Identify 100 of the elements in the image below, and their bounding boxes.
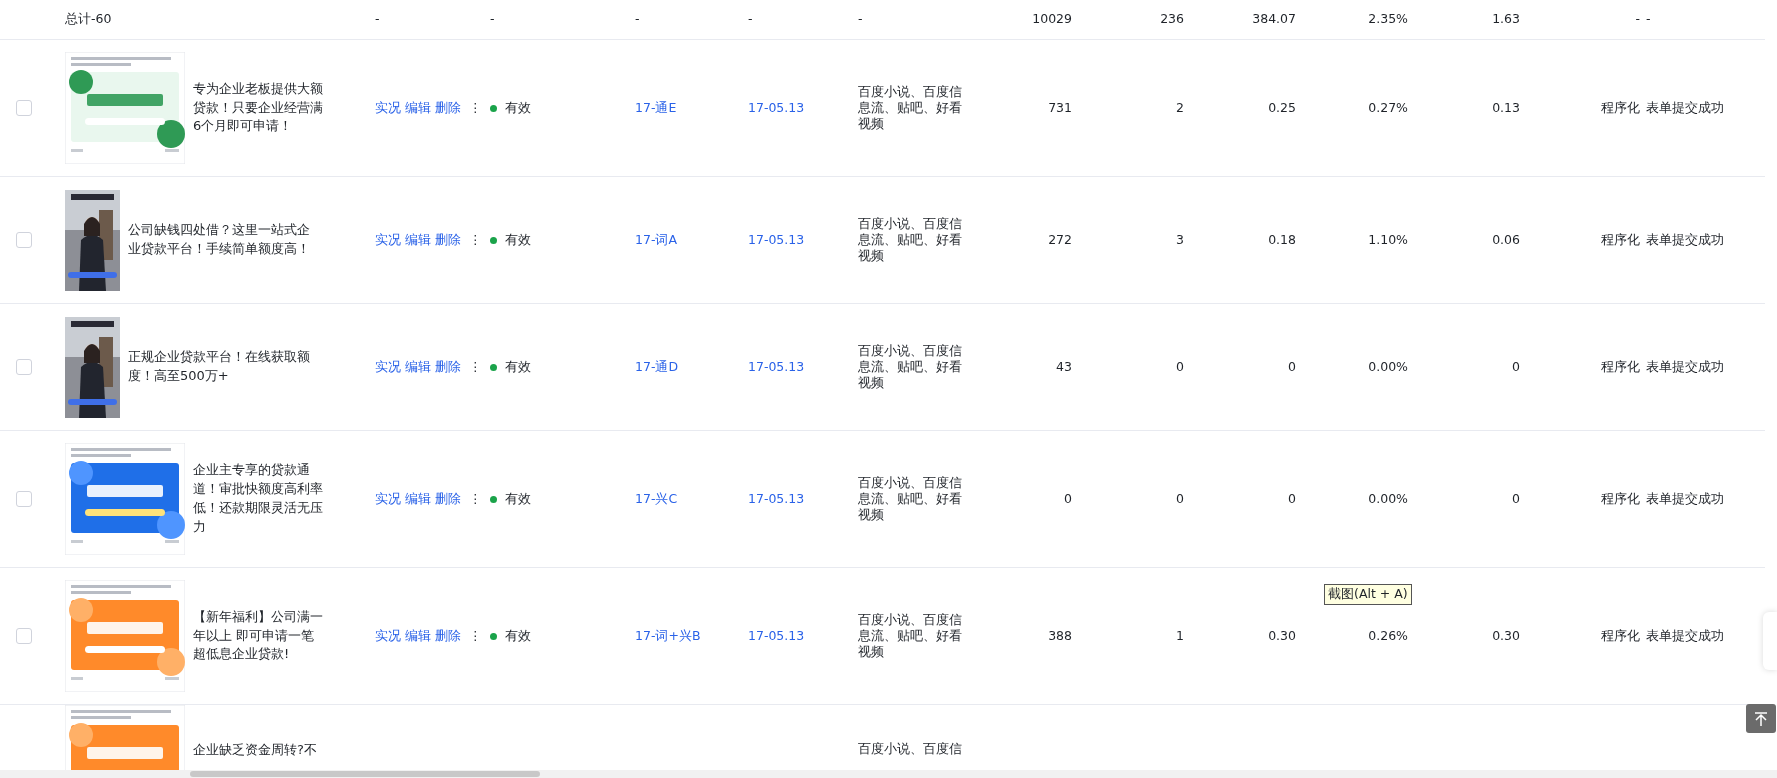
action-link[interactable]: 编辑 xyxy=(405,626,431,646)
row-checkbox[interactable] xyxy=(16,491,32,507)
table-cell: 384.07 xyxy=(1252,11,1296,27)
table-cell: 0 xyxy=(1512,358,1520,374)
unit-link[interactable]: 17-词A xyxy=(635,231,677,247)
tooltip: 截图(Alt + A) xyxy=(1324,584,1412,605)
action-link[interactable]: 编辑 xyxy=(405,98,431,118)
table-cell: 43 xyxy=(1056,358,1072,374)
channel-text: 百度小说、百度信 xyxy=(858,741,963,758)
table-cell: 388 xyxy=(1048,627,1072,643)
table-cell: 2.35% xyxy=(1368,11,1408,27)
status-text: 有效 xyxy=(505,357,531,376)
scrollbar-thumb[interactable] xyxy=(190,771,540,777)
ad-title: 【新年福利】公司满一年以上 即可申请一笔超低息企业贷款! xyxy=(193,607,324,664)
unit-link[interactable]: 17-通D xyxy=(635,358,679,374)
table-cell: 0.25 xyxy=(1268,99,1296,115)
action-link[interactable]: 编辑 xyxy=(405,230,431,250)
table-cell: 1 xyxy=(1176,627,1184,643)
row-checkbox[interactable] xyxy=(16,100,32,116)
table-cell: 731 xyxy=(1048,99,1072,115)
action-link[interactable]: 删除 xyxy=(435,489,461,509)
action-link[interactable]: 删除 xyxy=(435,626,461,646)
table-cell: 程序化 xyxy=(1601,99,1640,115)
table-cell: 0.18 xyxy=(1268,231,1296,247)
channel-text: 百度小说、百度信息流、贴吧、好看视频 xyxy=(858,83,963,133)
table-cell: 表单提交成功 xyxy=(1646,627,1724,643)
back-to-top-button[interactable] xyxy=(1746,704,1776,733)
table-cell: 0.00% xyxy=(1368,490,1408,506)
table-cell: 0.30 xyxy=(1268,627,1296,643)
more-button[interactable]: ⋮ xyxy=(469,357,482,377)
table-cell: - xyxy=(748,11,753,27)
table-cell: 0 xyxy=(1176,358,1184,374)
date-link[interactable]: 17-05.13 xyxy=(748,490,805,506)
table-cell: 表单提交成功 xyxy=(1646,231,1724,247)
table-cell: 表单提交成功 xyxy=(1646,490,1724,506)
table-cell: 2 xyxy=(1176,99,1184,115)
action-link[interactable]: 实况 xyxy=(375,98,401,118)
table-cell: 0.27% xyxy=(1368,99,1408,115)
action-link[interactable]: 编辑 xyxy=(405,489,431,509)
table-cell: 1.63 xyxy=(1492,11,1520,27)
table-cell: 0 xyxy=(1176,490,1184,506)
table-cell: 1.10% xyxy=(1368,231,1408,247)
table-cell: - xyxy=(490,11,495,27)
date-link[interactable]: 17-05.13 xyxy=(748,358,805,374)
table-cell: 0 xyxy=(1288,490,1296,506)
action-link[interactable]: 删除 xyxy=(435,98,461,118)
table-cell: 0.26% xyxy=(1368,627,1408,643)
status-text: 有效 xyxy=(505,98,531,117)
unit-link[interactable]: 17-词+兴B xyxy=(635,627,701,643)
status-text: 有效 xyxy=(505,489,531,508)
table-cell: 程序化 xyxy=(1601,490,1640,506)
total-label: 总计-60 xyxy=(65,11,112,27)
ad-title: 企业主专享的贷款通道！审批快额度高利率低！还款期限灵活无压力 xyxy=(193,461,324,536)
more-button[interactable]: ⋮ xyxy=(469,230,482,250)
ad-title: 正规企业贷款平台！在线获取额度！高至500万+ xyxy=(128,348,311,385)
table-cell: - xyxy=(375,11,380,27)
ad-title: 专为企业老板提供大额贷款！只要企业经营满6个月即可申请！ xyxy=(193,79,324,136)
action-link[interactable]: 删除 xyxy=(435,230,461,250)
action-link[interactable]: 实况 xyxy=(375,489,401,509)
more-button[interactable]: ⋮ xyxy=(469,98,482,118)
action-link[interactable]: 实况 xyxy=(375,357,401,377)
back-to-top-icon xyxy=(1753,710,1769,727)
table-cell: 272 xyxy=(1048,231,1072,247)
table-cell: 程序化 xyxy=(1601,627,1640,643)
date-link[interactable]: 17-05.13 xyxy=(748,231,805,247)
row-checkbox[interactable] xyxy=(16,232,32,248)
action-link[interactable]: 删除 xyxy=(435,357,461,377)
unit-link[interactable]: 17-兴C xyxy=(635,490,678,506)
action-link[interactable]: 实况 xyxy=(375,230,401,250)
status-text: 有效 xyxy=(505,230,531,249)
more-button[interactable]: ⋮ xyxy=(469,489,482,509)
channel-text: 百度小说、百度信息流、贴吧、好看视频 xyxy=(858,342,963,392)
channel-text: 百度小说、百度信息流、贴吧、好看视频 xyxy=(858,474,963,524)
date-link[interactable]: 17-05.13 xyxy=(748,627,805,643)
ad-title: 公司缺钱四处借？这里一站式企业贷款平台！手续简单额度高！ xyxy=(128,221,311,258)
date-link[interactable]: 17-05.13 xyxy=(748,99,805,115)
channel-text: 百度小说、百度信息流、贴吧、好看视频 xyxy=(858,611,963,661)
ad-title: 企业缺乏资金周转?不 xyxy=(193,741,318,759)
table-cell: - xyxy=(1635,11,1640,27)
table-cell: - xyxy=(635,11,640,27)
table-cell: 程序化 xyxy=(1601,358,1640,374)
table-cell: 表单提交成功 xyxy=(1646,358,1724,374)
unit-link[interactable]: 17-通E xyxy=(635,99,677,115)
table-cell: 3 xyxy=(1176,231,1184,247)
table-cell: 表单提交成功 xyxy=(1646,99,1724,115)
more-button[interactable]: ⋮ xyxy=(469,626,482,646)
table-cell: 0 xyxy=(1512,490,1520,506)
row-checkbox[interactable] xyxy=(16,359,32,375)
row-checkbox[interactable] xyxy=(16,628,32,644)
table-cell: 236 xyxy=(1160,11,1184,27)
table-cell: 0.00% xyxy=(1368,358,1408,374)
table-cell: 0.13 xyxy=(1492,99,1520,115)
status-text: 有效 xyxy=(505,626,531,645)
action-link[interactable]: 编辑 xyxy=(405,357,431,377)
table-cell: 程序化 xyxy=(1601,231,1640,247)
action-link[interactable]: 实况 xyxy=(375,626,401,646)
table-cell: - xyxy=(1646,11,1651,27)
channel-text: 百度小说、百度信息流、贴吧、好看视频 xyxy=(858,215,963,265)
table-cell: 0.30 xyxy=(1492,627,1520,643)
table-cell: 0.06 xyxy=(1492,231,1520,247)
